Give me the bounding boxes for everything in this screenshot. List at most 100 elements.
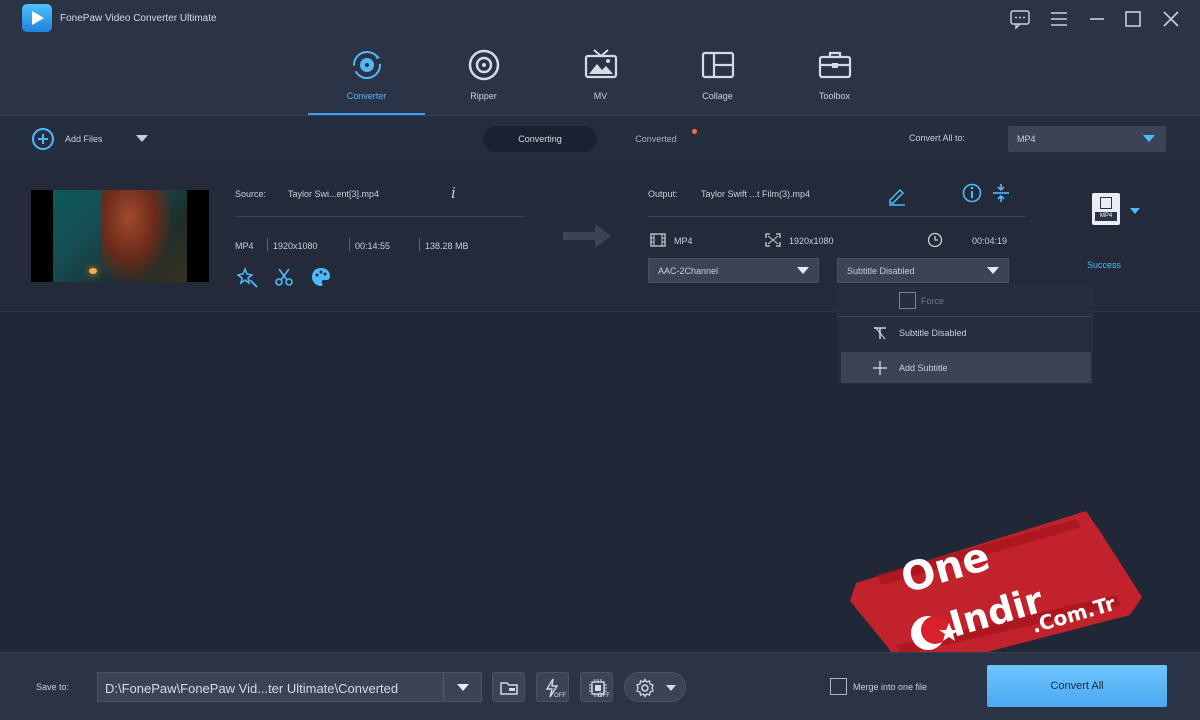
main-nav: Converter Ripper MV Collage Toolbox	[308, 44, 893, 115]
audio-track-select[interactable]: AAC-2Channel	[648, 258, 819, 283]
chevron-down-icon	[797, 267, 809, 274]
source-duration: 00:14:55	[355, 241, 391, 251]
audio-track-value: AAC-2Channel	[658, 266, 719, 276]
gpu-accel-state: OFF	[598, 693, 610, 699]
add-icon	[32, 128, 54, 150]
tab-converter[interactable]: Converter	[308, 44, 425, 115]
app-logo	[22, 4, 52, 32]
profile-dropdown-icon[interactable]	[1130, 208, 1140, 214]
feedback-icon[interactable]	[1009, 8, 1031, 30]
output-profile-button[interactable]: MP4	[1092, 193, 1120, 225]
add-files-dropdown-icon[interactable]	[136, 135, 148, 142]
divider	[419, 238, 420, 251]
source-label: Source:	[235, 189, 267, 199]
output-filename: Taylor Swift ...t Film(3).mp4	[701, 189, 811, 199]
output-duration: 00:04:19	[972, 236, 1008, 246]
merge-checkbox[interactable]	[830, 678, 847, 695]
hardware-accel-state: OFF	[554, 693, 566, 699]
toolbox-icon	[817, 47, 853, 83]
plus-icon	[873, 361, 887, 375]
tab-converted[interactable]: Converted	[620, 126, 692, 152]
tab-label: Converter	[346, 91, 387, 101]
thumbnail-figure	[101, 190, 171, 282]
open-folder-button[interactable]	[492, 672, 525, 702]
enhance-icon[interactable]	[236, 266, 259, 288]
cut-icon[interactable]	[273, 266, 295, 288]
tab-label: Collage	[702, 91, 733, 101]
format-value: MP4	[1017, 134, 1036, 144]
divider	[648, 216, 1026, 217]
tab-ripper[interactable]: Ripper	[425, 44, 542, 115]
converter-icon	[349, 47, 385, 83]
source-format: MP4	[235, 241, 254, 251]
top-bar: FonePaw Video Converter Ultimate Convert…	[0, 0, 1200, 115]
force-checkbox[interactable]	[899, 292, 916, 309]
divider	[443, 673, 444, 701]
edit-icon[interactable]	[886, 184, 908, 206]
resolution-icon	[765, 233, 781, 247]
close-icon[interactable]	[1160, 8, 1182, 30]
text-off-icon	[874, 326, 886, 340]
source-size: 138.28 MB	[425, 241, 469, 251]
menu-icon[interactable]	[1048, 8, 1070, 30]
tab-converting[interactable]: Converting	[483, 126, 597, 152]
collage-icon	[700, 47, 736, 83]
add-files-button[interactable]: Add Files	[32, 127, 103, 151]
app-title: FonePaw Video Converter Ultimate	[60, 13, 217, 24]
watermark-logo: One Indir .Com.Tr	[846, 505, 1146, 675]
palette-icon[interactable]	[310, 266, 332, 288]
tab-label: MV	[593, 91, 608, 101]
status-text: Success	[1087, 260, 1122, 270]
tab-label: Ripper	[470, 91, 497, 101]
profile-format-tag: MP4	[1095, 212, 1117, 221]
output-format: MP4	[674, 236, 693, 246]
film-icon	[650, 233, 666, 247]
subtitle-select[interactable]: Subtitle Disabled	[837, 258, 1009, 283]
convert-all-format-select[interactable]: MP4	[1008, 126, 1166, 152]
subtitle-value: Subtitle Disabled	[847, 266, 915, 276]
settings-button[interactable]	[624, 672, 686, 702]
source-resolution: 1920x1080	[273, 241, 318, 251]
clock-icon	[927, 232, 943, 248]
menu-item-subtitle-disabled[interactable]: Subtitle Disabled	[841, 317, 1091, 348]
save-path-select[interactable]: D:\FonePaw\FonePaw Vid...ter Ultimate\Co…	[97, 672, 482, 702]
menu-item-label: Add Subtitle	[899, 363, 948, 373]
chevron-down-icon	[1143, 135, 1155, 142]
output-info-icon[interactable]	[961, 182, 983, 204]
thumbnail-light	[89, 268, 97, 274]
convert-all-button[interactable]: Convert All	[987, 665, 1167, 707]
subtitle-dropdown-menu: Force Subtitle Disabled Add Subtitle	[837, 284, 1093, 384]
video-thumbnail[interactable]	[31, 190, 209, 282]
source-filename: Taylor Swi...ent[3].mp4	[288, 189, 380, 199]
tab-label: Toolbox	[818, 91, 851, 101]
bottom-bar: Save to: D:\FonePaw\FonePaw Vid...ter Ul…	[0, 652, 1200, 720]
output-label: Output:	[648, 189, 678, 199]
menu-item-add-subtitle[interactable]: Add Subtitle	[841, 352, 1091, 383]
minimize-icon[interactable]	[1086, 8, 1108, 30]
disc-icon	[466, 47, 502, 83]
hardware-accel-button[interactable]: OFF	[536, 672, 569, 702]
info-icon[interactable]: i	[451, 184, 456, 202]
divider	[235, 216, 525, 217]
chevron-down-icon	[987, 267, 999, 274]
gear-icon	[636, 678, 654, 698]
divider	[349, 238, 350, 251]
compress-icon[interactable]	[990, 182, 1012, 204]
convert-arrow-icon	[563, 224, 611, 248]
menu-item-label: Subtitle Disabled	[899, 328, 967, 338]
tab-mv[interactable]: MV	[542, 44, 659, 115]
tab-collage[interactable]: Collage	[659, 44, 776, 115]
maximize-icon[interactable]	[1122, 8, 1144, 30]
save-to-label: Save to:	[36, 682, 70, 692]
tv-icon	[583, 47, 619, 83]
chevron-down-icon	[457, 684, 469, 691]
save-path-value: D:\FonePaw\FonePaw Vid...ter Ultimate\Co…	[105, 681, 399, 696]
toolbar: Add Files Converting Converted Convert A…	[0, 115, 1200, 162]
divider	[267, 238, 268, 251]
add-files-label: Add Files	[65, 134, 103, 144]
convert-all-to-label: Convert All to:	[909, 133, 966, 143]
force-label: Force	[921, 296, 945, 306]
merge-label: Merge into one file	[853, 682, 928, 692]
gpu-accel-button[interactable]: OFF	[580, 672, 613, 702]
tab-toolbox[interactable]: Toolbox	[776, 44, 893, 115]
